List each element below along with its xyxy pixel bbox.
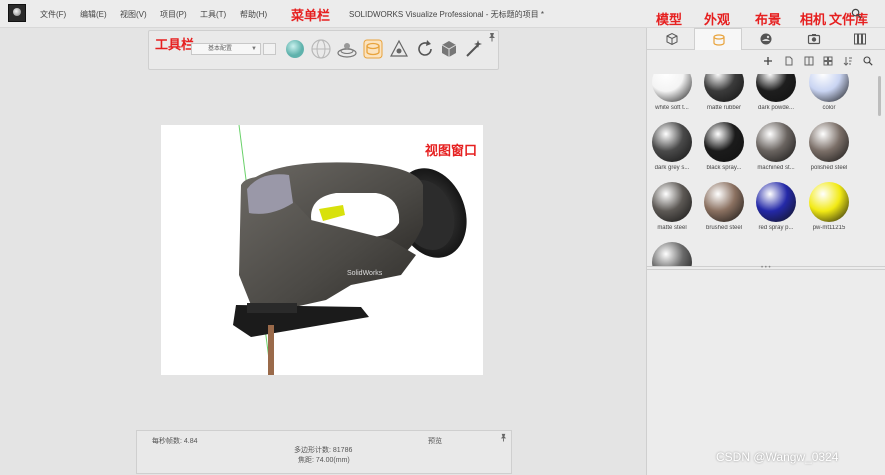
- material-item[interactable]: pw-mt11215: [803, 182, 855, 231]
- menu-file[interactable]: 文件(F): [40, 9, 66, 20]
- material-swatch: [809, 122, 849, 162]
- brand-logo: SolidWorks: [347, 270, 383, 277]
- wand-icon[interactable]: [463, 38, 485, 60]
- camera-icon: [807, 34, 821, 45]
- cube-icon: [666, 32, 678, 46]
- material-label: dark powde...: [757, 105, 795, 111]
- material-label: black spray...: [706, 165, 742, 171]
- camera-annotation: 相机: [800, 12, 827, 27]
- material-swatch: [756, 182, 796, 222]
- material-item[interactable]: brushed steel: [698, 182, 750, 231]
- menu-project[interactable]: 项目(P): [160, 9, 187, 20]
- library-toolbar: [646, 52, 885, 70]
- material-item[interactable]: black spray...: [698, 122, 750, 171]
- material-label: dark grey s...: [654, 165, 690, 171]
- library-annotation: 文件库: [829, 12, 869, 27]
- wire-sphere-icon[interactable]: [310, 38, 332, 60]
- configuration-value: 基本配置: [208, 46, 233, 52]
- material-item[interactable]: polished steel: [803, 122, 855, 171]
- sort-icon[interactable]: [843, 56, 853, 66]
- material-label: red spray p...: [758, 225, 794, 231]
- jigsaw-model: SolidWorks: [233, 125, 467, 375]
- scroll-thumb[interactable]: [878, 76, 881, 116]
- focal-length: 焦距: 74.00(mm): [298, 457, 350, 464]
- menu-tools[interactable]: 工具(T): [200, 9, 226, 20]
- material-swatch: [756, 74, 796, 102]
- scene-icon: [760, 33, 772, 45]
- toolbar-annotation: 工具栏: [155, 37, 195, 52]
- material-label: polished steel: [810, 165, 848, 171]
- material-item[interactable]: [646, 242, 698, 266]
- panel-tabs: [646, 28, 885, 50]
- box-icon[interactable]: [438, 38, 460, 60]
- tab-library[interactable]: [836, 28, 884, 50]
- material-item[interactable]: color: [803, 74, 855, 111]
- menu-edit[interactable]: 编辑(E): [80, 9, 107, 20]
- rotate-icon[interactable]: [414, 38, 436, 60]
- split-view-icon[interactable]: [804, 56, 814, 66]
- pin-icon[interactable]: [487, 32, 497, 42]
- search-icon[interactable]: [863, 56, 873, 66]
- material-label: machined st...: [757, 165, 795, 171]
- menu-bar: 文件(F) 编辑(E) 视图(V) 项目(P) 工具(T) 帮助(H) 菜单栏 …: [0, 0, 885, 28]
- model-annotation: 模型: [656, 12, 683, 27]
- fps-readout: 每秒帧数: 4.84: [152, 438, 198, 445]
- chevron-down-icon: ▼: [251, 46, 257, 52]
- material-label: color: [822, 105, 836, 111]
- search-icon[interactable]: [851, 8, 862, 19]
- library-icon: [854, 33, 866, 45]
- splitter-grip[interactable]: • • •: [761, 265, 771, 271]
- material-swatch: [809, 74, 849, 102]
- material-item[interactable]: matte rubber: [698, 74, 750, 111]
- app-logo: [8, 4, 26, 22]
- material-item[interactable]: dark powde...: [750, 74, 802, 111]
- appearance-annotation: 外观: [704, 12, 731, 27]
- material-label: matte rubber: [706, 105, 742, 111]
- material-item[interactable]: matte steel: [646, 182, 698, 231]
- appearance-picker-icon[interactable]: [362, 38, 384, 60]
- tab-model[interactable]: [648, 28, 696, 50]
- material-grid: white soft t... matte rubber dark powde...…: [646, 74, 876, 266]
- material-label: white soft t...: [655, 105, 689, 111]
- material-swatch: [652, 242, 692, 266]
- window-title: SOLIDWORKS Visualize Professional - 无标题的…: [349, 10, 545, 19]
- material-swatch: [652, 122, 692, 162]
- material-item[interactable]: machined st...: [750, 122, 802, 171]
- material-swatch: [809, 182, 849, 222]
- material-swatch: [704, 74, 744, 102]
- menubar-annotation: 菜单栏: [291, 8, 331, 23]
- floor-icon[interactable]: [336, 38, 358, 60]
- viewport-annotation: 视图窗口: [425, 143, 478, 158]
- new-file-icon[interactable]: [784, 56, 794, 66]
- material-sphere-icon[interactable]: [284, 38, 306, 60]
- tab-appearance[interactable]: [694, 28, 742, 50]
- watermark: CSDN @Wangw_0324: [716, 450, 839, 464]
- scene-annotation: 布景: [755, 12, 782, 27]
- preview-label: 预览: [428, 438, 442, 445]
- material-label: pw-mt11215: [812, 225, 846, 231]
- configuration-button[interactable]: [263, 43, 276, 55]
- material-swatch: [704, 122, 744, 162]
- material-item[interactable]: white soft t...: [646, 74, 698, 111]
- material-item[interactable]: red spray p...: [750, 182, 802, 231]
- menu-help[interactable]: 帮助(H): [240, 9, 267, 20]
- polygon-count: 多边形计数: 81786: [294, 447, 353, 454]
- viewport[interactable]: SolidWorks: [161, 125, 483, 375]
- material-label: brushed steel: [705, 225, 743, 231]
- menu-view[interactable]: 视图(V): [120, 9, 147, 20]
- pin-icon[interactable]: [499, 433, 508, 442]
- material-swatch: [704, 182, 744, 222]
- axis-icon[interactable]: [388, 38, 410, 60]
- material-swatch: [652, 74, 692, 102]
- material-swatch: [756, 122, 796, 162]
- grid-view-icon[interactable]: [823, 56, 833, 66]
- material-label: matte steel: [657, 225, 687, 231]
- tab-camera[interactable]: [790, 28, 838, 50]
- add-icon[interactable]: [763, 56, 773, 66]
- appearance-icon: [713, 34, 725, 46]
- material-item[interactable]: dark grey s...: [646, 122, 698, 171]
- material-swatch: [652, 182, 692, 222]
- tab-scene[interactable]: [742, 28, 790, 50]
- configuration-select[interactable]: 基本配置 ▼: [191, 43, 261, 55]
